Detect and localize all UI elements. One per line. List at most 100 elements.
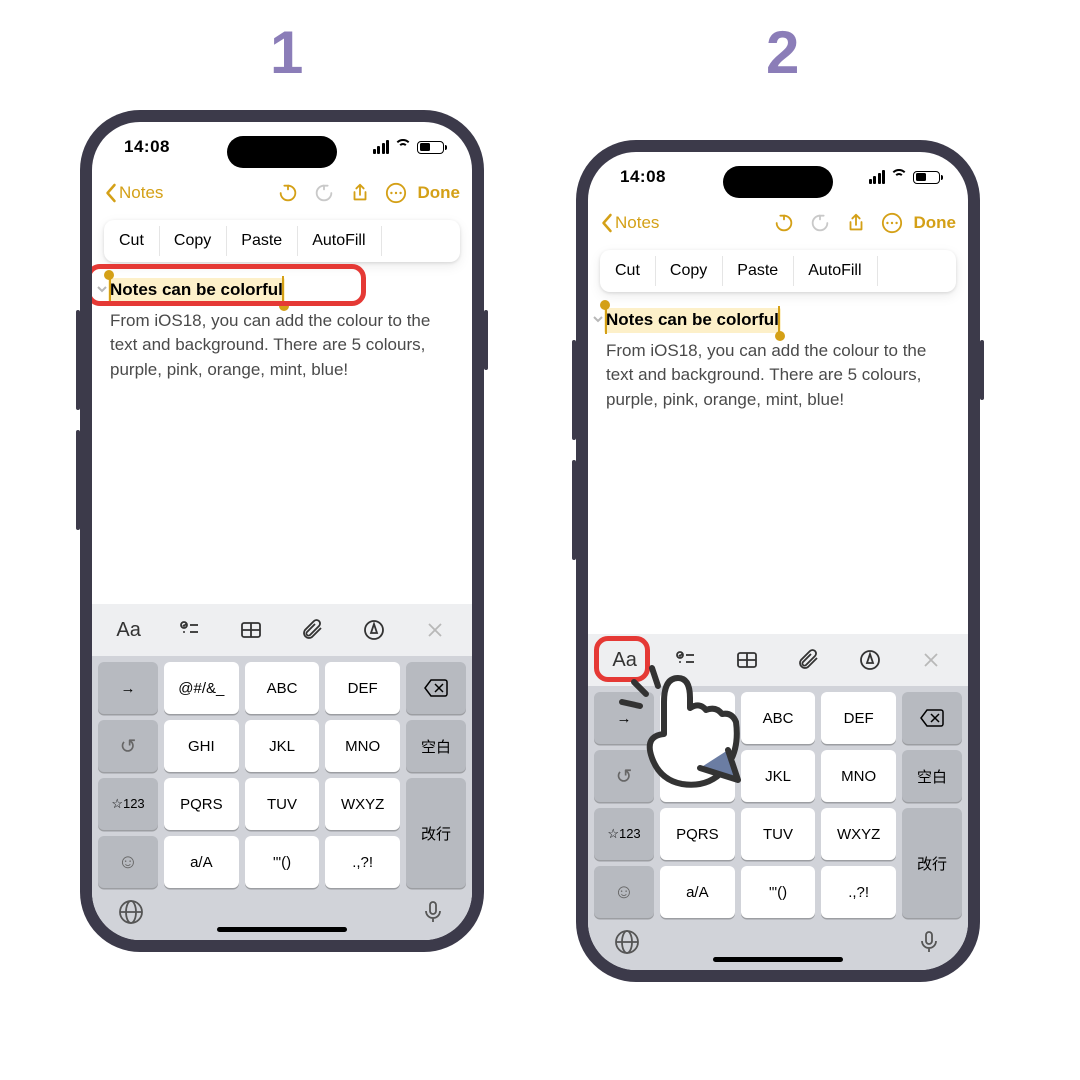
key-jkl[interactable]: JKL <box>741 750 816 802</box>
key-star123[interactable]: ☆123 <box>594 808 654 860</box>
key-tuv[interactable]: TUV <box>741 808 816 860</box>
key-def[interactable]: DEF <box>325 662 400 714</box>
signal-icon <box>373 140 390 154</box>
checklist-button[interactable] <box>159 618 220 642</box>
autofill-menu-item[interactable]: AutoFill <box>793 250 876 292</box>
table-button[interactable] <box>221 618 282 642</box>
close-toolbar-button[interactable] <box>901 648 962 672</box>
context-menu: Cut Copy Paste AutoFill <box>104 220 460 262</box>
key-space[interactable]: 空白 <box>406 720 466 772</box>
key-backspace[interactable] <box>902 692 962 744</box>
key-tuv[interactable]: TUV <box>245 778 320 830</box>
key-punct[interactable]: .,?! <box>325 836 400 888</box>
key-abc[interactable]: ABC <box>245 662 320 714</box>
attach-button[interactable] <box>778 648 839 672</box>
share-button[interactable] <box>342 182 378 204</box>
key-star123[interactable]: ☆123 <box>98 778 158 830</box>
share-button[interactable] <box>838 212 874 234</box>
key-punct[interactable]: .,?! <box>821 866 896 918</box>
signal-icon <box>869 170 886 184</box>
format-text-button[interactable]: Aa <box>98 619 159 642</box>
key-enter[interactable]: 改行 <box>902 808 962 918</box>
more-button[interactable] <box>874 212 910 234</box>
status-time: 14:08 <box>620 167 666 187</box>
mic-icon[interactable] <box>420 899 446 930</box>
cut-menu-item[interactable]: Cut <box>600 250 655 292</box>
back-label: Notes <box>615 213 659 233</box>
menu-more-icon[interactable] <box>877 250 907 292</box>
done-button[interactable]: Done <box>418 183 461 203</box>
key-space[interactable]: 空白 <box>902 750 962 802</box>
key-def[interactable]: DEF <box>821 692 896 744</box>
note-title[interactable]: Notes can be colorful <box>606 310 779 329</box>
phone-frame-2: 14:08 Notes Done Cut Copy Paste AutoFill <box>576 140 980 982</box>
more-button[interactable] <box>378 182 414 204</box>
note-body-text[interactable]: From iOS18, you can add the colour to th… <box>110 309 454 383</box>
key-abc[interactable]: ABC <box>741 692 816 744</box>
mic-icon[interactable] <box>916 929 942 960</box>
paste-menu-item[interactable]: Paste <box>226 220 297 262</box>
dynamic-island <box>723 166 833 198</box>
phone-screen-1: 14:08 Notes Done Cut Copy Paste AutoFill <box>92 122 472 940</box>
key-emoji[interactable]: ☺ <box>98 836 158 888</box>
key-backspace[interactable] <box>406 662 466 714</box>
back-button[interactable]: Notes <box>600 213 659 233</box>
globe-icon[interactable] <box>614 929 640 960</box>
status-time: 14:08 <box>124 137 170 157</box>
note-body-text[interactable]: From iOS18, you can add the colour to th… <box>606 339 950 413</box>
format-toolbar: Aa <box>92 604 472 656</box>
note-body-area[interactable]: Notes can be colorful From iOS18, you ca… <box>588 300 968 634</box>
phone-screen-2: 14:08 Notes Done Cut Copy Paste AutoFill <box>588 152 968 970</box>
undo-button[interactable] <box>270 182 306 204</box>
draw-button[interactable] <box>839 648 900 672</box>
draw-button[interactable] <box>343 618 404 642</box>
cut-menu-item[interactable]: Cut <box>104 220 159 262</box>
phone-frame-1: 14:08 Notes Done Cut Copy Paste AutoFill <box>80 110 484 952</box>
key-mno[interactable]: MNO <box>821 750 896 802</box>
copy-menu-item[interactable]: Copy <box>159 220 226 262</box>
done-button[interactable]: Done <box>914 213 957 233</box>
nav-bar: Notes Done <box>588 202 968 244</box>
nav-bar: Notes Done <box>92 172 472 214</box>
dynamic-island <box>227 136 337 168</box>
tap-hand-icon <box>608 652 748 797</box>
note-body-area[interactable]: Notes can be colorful From iOS18, you ca… <box>92 270 472 604</box>
key-wxyz[interactable]: WXYZ <box>325 778 400 830</box>
key-arrow[interactable]: → <box>98 662 158 714</box>
copy-menu-item[interactable]: Copy <box>655 250 722 292</box>
key-quotes[interactable]: '"() <box>245 836 320 888</box>
redo-button[interactable] <box>306 182 342 204</box>
key-wxyz[interactable]: WXYZ <box>821 808 896 860</box>
context-menu: Cut Copy Paste AutoFill <box>600 250 956 292</box>
redo-button[interactable] <box>802 212 838 234</box>
key-shift[interactable]: a/A <box>164 836 239 888</box>
key-shift[interactable]: a/A <box>660 866 735 918</box>
back-label: Notes <box>119 183 163 203</box>
wifi-icon <box>890 170 908 184</box>
back-button[interactable]: Notes <box>104 183 163 203</box>
key-symbols[interactable]: @#/&_ <box>164 662 239 714</box>
key-pqrs[interactable]: PQRS <box>660 808 735 860</box>
keyboard: → @#/&_ ABC DEF ↺ GHI JKL MNO 空白 ☆123 PQ… <box>92 656 472 940</box>
paste-menu-item[interactable]: Paste <box>722 250 793 292</box>
highlight-title <box>92 264 366 306</box>
menu-more-icon[interactable] <box>381 220 411 262</box>
key-ghi[interactable]: GHI <box>164 720 239 772</box>
autofill-menu-item[interactable]: AutoFill <box>297 220 380 262</box>
undo-button[interactable] <box>766 212 802 234</box>
key-quotes[interactable]: '"() <box>741 866 816 918</box>
key-mno[interactable]: MNO <box>325 720 400 772</box>
selection-handle-end[interactable] <box>775 331 785 341</box>
wifi-icon <box>394 140 412 154</box>
globe-icon[interactable] <box>118 899 144 930</box>
key-emoji[interactable]: ☺ <box>594 866 654 918</box>
key-pqrs[interactable]: PQRS <box>164 778 239 830</box>
home-indicator[interactable] <box>713 957 843 962</box>
key-jkl[interactable]: JKL <box>245 720 320 772</box>
home-indicator[interactable] <box>217 927 347 932</box>
close-toolbar-button[interactable] <box>405 618 466 642</box>
key-undo[interactable]: ↺ <box>98 720 158 772</box>
fold-chevron-icon[interactable] <box>592 308 604 333</box>
attach-button[interactable] <box>282 618 343 642</box>
key-enter[interactable]: 改行 <box>406 778 466 888</box>
